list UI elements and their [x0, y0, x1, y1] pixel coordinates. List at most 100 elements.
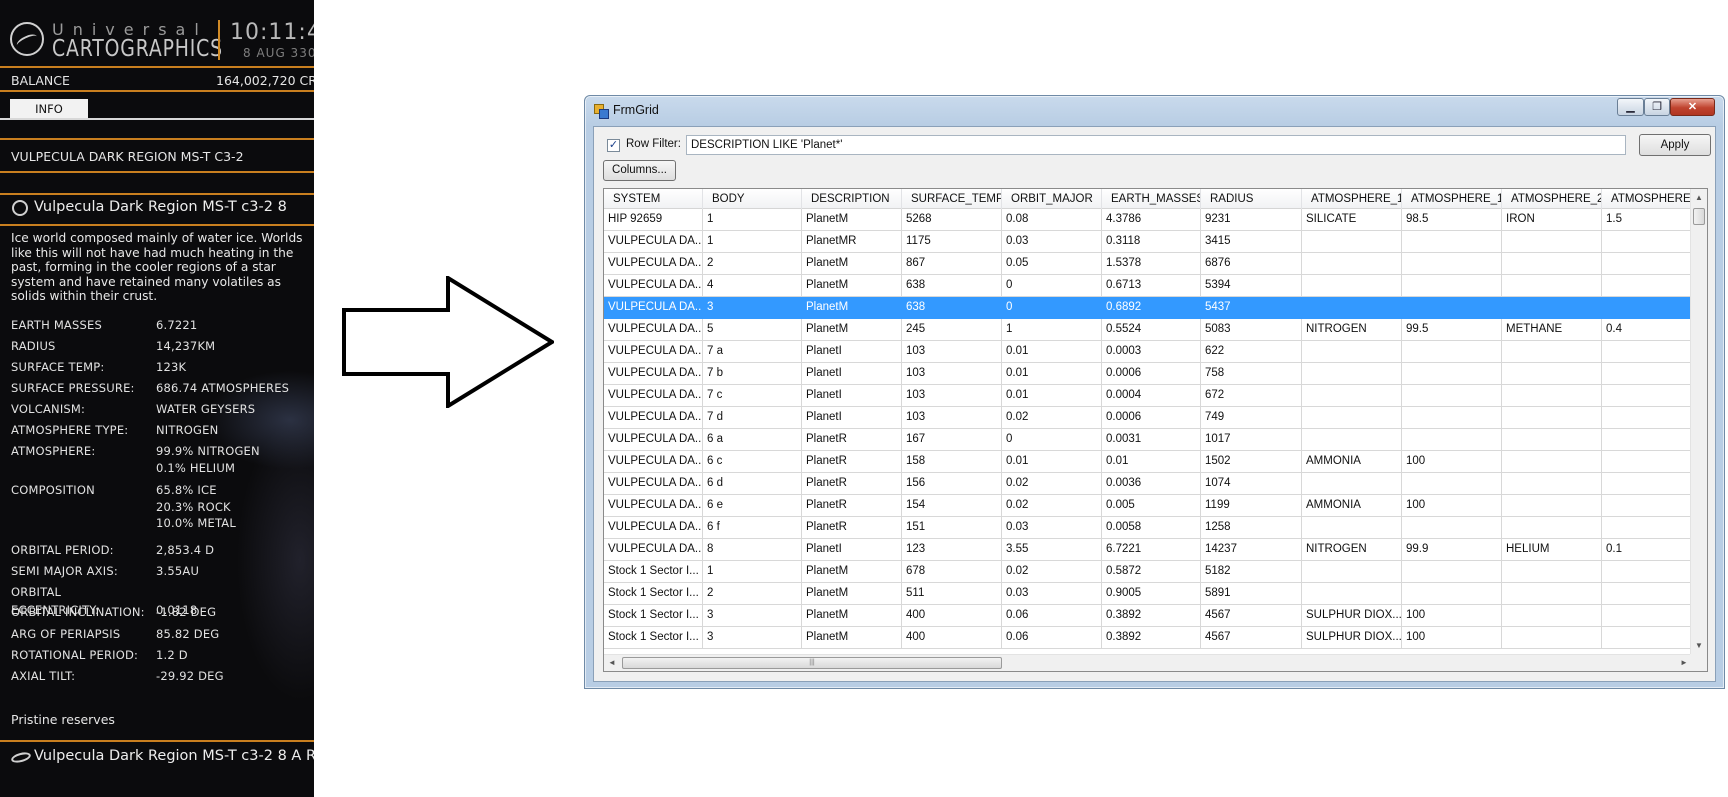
table-cell[interactable]	[1602, 583, 1692, 605]
table-cell[interactable]: 100	[1402, 451, 1502, 473]
table-cell[interactable]: 0.02	[1002, 407, 1102, 429]
table-cell[interactable]: 156	[902, 473, 1002, 495]
table-cell[interactable]: 99.9	[1402, 539, 1502, 561]
table-cell[interactable]: 400	[902, 627, 1002, 649]
table-cell[interactable]: PlanetM	[802, 605, 902, 627]
table-cell[interactable]	[1402, 341, 1502, 363]
table-cell[interactable]: 1074	[1201, 473, 1302, 495]
table-cell[interactable]: 5083	[1201, 319, 1302, 341]
table-row[interactable]: VULPECULA DA... 1 PlanetMR 1175 0.03 0.3118 34…	[604, 231, 1692, 253]
table-cell[interactable]: VULPECULA DA...	[604, 253, 703, 275]
table-cell[interactable]: VULPECULA DA...	[604, 297, 703, 319]
table-cell[interactable]: 1	[703, 231, 802, 253]
table-cell[interactable]: 0.01	[1102, 451, 1201, 473]
table-cell[interactable]: 1	[703, 561, 802, 583]
table-cell[interactable]	[1302, 517, 1402, 539]
table-cell[interactable]: 0.0036	[1102, 473, 1201, 495]
table-cell[interactable]: 5	[703, 319, 802, 341]
column-header[interactable]: DESCRIPTION	[802, 189, 902, 209]
table-row[interactable]: VULPECULA DA... 6 f PlanetR 151 0.03 0.0058 12…	[604, 517, 1692, 539]
table-cell[interactable]: PlanetM	[802, 253, 902, 275]
table-cell[interactable]: 867	[902, 253, 1002, 275]
table-cell[interactable]: VULPECULA DA...	[604, 275, 703, 297]
table-cell[interactable]: 0.02	[1002, 473, 1102, 495]
column-header[interactable]: ATMOSPHERE_2_	[1502, 189, 1602, 209]
table-cell[interactable]: 1258	[1201, 517, 1302, 539]
horizontal-scroll-thumb[interactable]: |||	[622, 657, 1002, 669]
table-cell[interactable]: 3	[703, 297, 802, 319]
table-cell[interactable]: SULPHUR DIOX...	[1302, 627, 1402, 649]
table-row[interactable]: VULPECULA DA... 7 b PlanetI 103 0.01 0.0006 75…	[604, 363, 1692, 385]
table-cell[interactable]: PlanetI	[802, 539, 902, 561]
table-cell[interactable]: VULPECULA DA...	[604, 319, 703, 341]
table-row[interactable]: HIP 92659 1 PlanetM 5268 0.08 4.3786 9231 SILIC…	[604, 209, 1692, 231]
table-cell[interactable]: 7 d	[703, 407, 802, 429]
table-cell[interactable]: 2	[703, 253, 802, 275]
table-cell[interactable]: 100	[1402, 495, 1502, 517]
table-cell[interactable]: VULPECULA DA...	[604, 517, 703, 539]
table-cell[interactable]: 638	[902, 297, 1002, 319]
table-cell[interactable]: 1	[1002, 319, 1102, 341]
table-cell[interactable]	[1602, 341, 1692, 363]
table-cell[interactable]: 0.0006	[1102, 363, 1201, 385]
table-cell[interactable]: 0	[1002, 275, 1102, 297]
table-cell[interactable]: PlanetR	[802, 495, 902, 517]
table-cell[interactable]: 0.05	[1002, 253, 1102, 275]
table-cell[interactable]: 103	[902, 341, 1002, 363]
table-cell[interactable]: PlanetI	[802, 385, 902, 407]
table-cell[interactable]	[1302, 429, 1402, 451]
table-cell[interactable]	[1402, 385, 1502, 407]
table-cell[interactable]	[1502, 561, 1602, 583]
table-cell[interactable]: 103	[902, 407, 1002, 429]
table-cell[interactable]: VULPECULA DA...	[604, 473, 703, 495]
table-row[interactable]: VULPECULA DA... 2 PlanetM 867 0.05 1.5378 6876	[604, 253, 1692, 275]
table-cell[interactable]: 0.9005	[1102, 583, 1201, 605]
table-cell[interactable]: PlanetM	[802, 583, 902, 605]
table-cell[interactable]: 5394	[1201, 275, 1302, 297]
table-cell[interactable]: 0.06	[1002, 605, 1102, 627]
table-cell[interactable]	[1502, 297, 1602, 319]
table-cell[interactable]: PlanetM	[802, 561, 902, 583]
maximize-button[interactable]: ❐	[1644, 98, 1670, 116]
table-cell[interactable]	[1502, 231, 1602, 253]
table-row[interactable]: VULPECULA DA... 6 a PlanetR 167 0 0.0031 1017	[604, 429, 1692, 451]
body-name[interactable]: Vulpecula Dark Region MS-T c3-2 8	[34, 199, 287, 215]
table-cell[interactable]	[1502, 253, 1602, 275]
table-cell[interactable]: 4	[703, 275, 802, 297]
table-cell[interactable]: 8	[703, 539, 802, 561]
table-cell[interactable]: 100	[1402, 627, 1502, 649]
close-button[interactable]: ✕	[1670, 98, 1715, 116]
table-cell[interactable]: VULPECULA DA...	[604, 429, 703, 451]
table-cell[interactable]: 0	[1002, 429, 1102, 451]
table-cell[interactable]: 749	[1201, 407, 1302, 429]
table-cell[interactable]	[1602, 495, 1692, 517]
table-cell[interactable]: 0.03	[1002, 517, 1102, 539]
table-cell[interactable]: 1	[703, 209, 802, 231]
table-cell[interactable]	[1502, 583, 1602, 605]
table-cell[interactable]	[1302, 473, 1402, 495]
table-cell[interactable]	[1602, 429, 1692, 451]
table-cell[interactable]: METHANE	[1502, 319, 1602, 341]
table-cell[interactable]: Stock 1 Sector I...	[604, 627, 703, 649]
table-cell[interactable]: 6 a	[703, 429, 802, 451]
table-cell[interactable]: 6 c	[703, 451, 802, 473]
table-cell[interactable]: 638	[902, 275, 1002, 297]
table-cell[interactable]: 0.02	[1002, 561, 1102, 583]
column-header[interactable]: RADIUS	[1201, 189, 1302, 209]
column-header[interactable]: SURFACE_TEMP	[902, 189, 1002, 209]
table-cell[interactable]: 5891	[1201, 583, 1302, 605]
table-cell[interactable]: VULPECULA DA...	[604, 231, 703, 253]
table-cell[interactable]	[1602, 473, 1692, 495]
table-cell[interactable]	[1402, 231, 1502, 253]
table-cell[interactable]	[1502, 517, 1602, 539]
table-cell[interactable]	[1302, 253, 1402, 275]
table-cell[interactable]	[1402, 473, 1502, 495]
table-cell[interactable]: 103	[902, 363, 1002, 385]
table-cell[interactable]: 0.4	[1602, 319, 1692, 341]
table-cell[interactable]	[1302, 341, 1402, 363]
table-cell[interactable]: 0.3118	[1102, 231, 1201, 253]
table-cell[interactable]	[1302, 407, 1402, 429]
table-cell[interactable]	[1302, 297, 1402, 319]
table-row[interactable]: VULPECULA DA... 8 PlanetI 123 3.55 6.7221 1423…	[604, 539, 1692, 561]
table-cell[interactable]: PlanetMR	[802, 231, 902, 253]
